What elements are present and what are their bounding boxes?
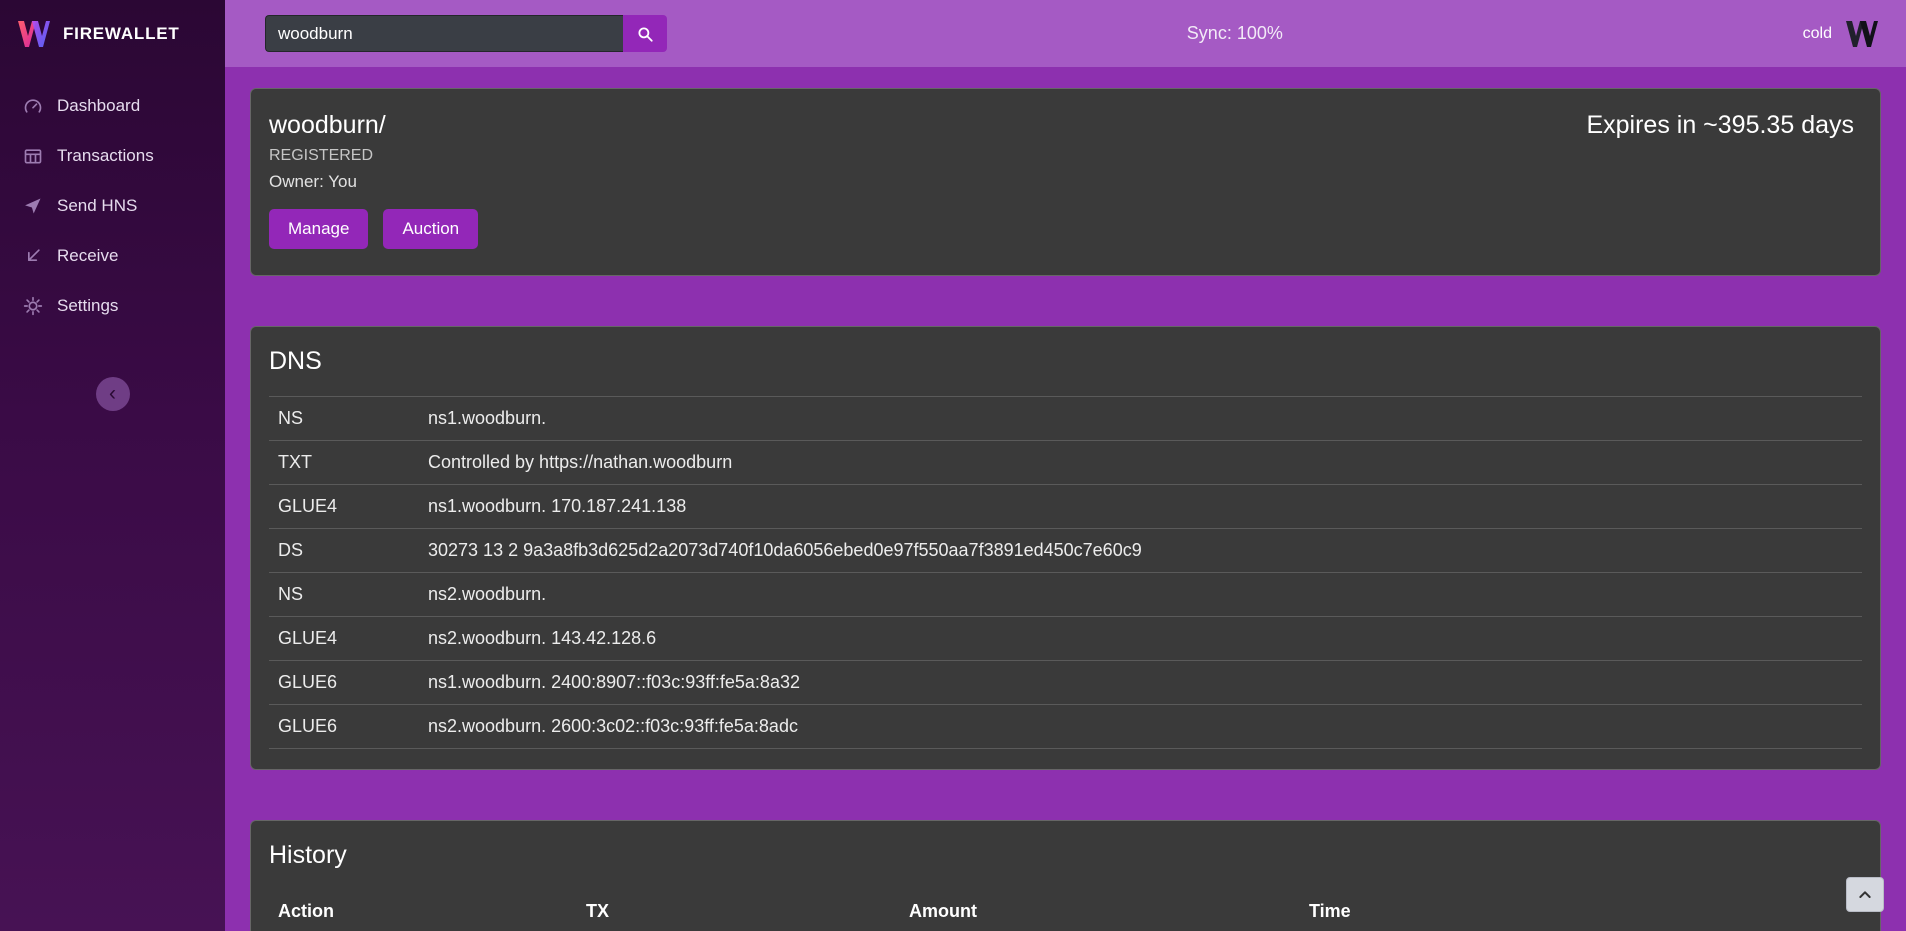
history-table: Action TX Amount Time UPDATE 70e64775...… bbox=[269, 890, 1862, 931]
dns-record-value: 30273 13 2 9a3a8fb3d625d2a2073d740f10da6… bbox=[419, 529, 1862, 573]
sidebar-item-label: Send HNS bbox=[57, 196, 137, 216]
dns-record-row: GLUE6 ns1.woodburn. 2400:8907::f03c:93ff… bbox=[269, 661, 1862, 705]
firewallet-logo-icon bbox=[16, 19, 52, 49]
dns-record-row: GLUE6 ns2.woodburn. 2600:3c02::f03c:93ff… bbox=[269, 705, 1862, 749]
dns-record-value: ns1.woodburn. 2400:8907::f03c:93ff:fe5a:… bbox=[419, 661, 1862, 705]
sidebar-item-dashboard[interactable]: Dashboard bbox=[0, 81, 225, 131]
history-header-tx: TX bbox=[577, 890, 900, 931]
dns-record-type: NS bbox=[269, 573, 419, 617]
auction-button[interactable]: Auction bbox=[383, 209, 478, 249]
domain-owner: Owner: You bbox=[269, 172, 478, 192]
domain-card-left: woodburn/ REGISTERED Owner: You Manage A… bbox=[269, 111, 478, 249]
dns-record-row: NS ns2.woodburn. bbox=[269, 573, 1862, 617]
expires-label: Expires in ~395.35 days bbox=[1586, 111, 1854, 140]
history-header-time: Time bbox=[1300, 890, 1862, 931]
domain-title: woodburn/ bbox=[269, 111, 478, 140]
domain-status: REGISTERED bbox=[269, 147, 478, 165]
dns-record-value: ns1.woodburn. 170.187.241.138 bbox=[419, 485, 1862, 529]
sidebar-collapse-button[interactable]: ‹ bbox=[96, 377, 130, 411]
dns-record-value: ns2.woodburn. 2600:3c02::f03c:93ff:fe5a:… bbox=[419, 705, 1862, 749]
main-area: Sync: 100% cold woodburn/ REGISTERED Own… bbox=[225, 0, 1906, 931]
sidebar-menu: Dashboard Transactions Send HNS bbox=[0, 67, 225, 331]
paper-plane-icon bbox=[23, 196, 43, 216]
dns-record-value: ns1.woodburn. bbox=[419, 397, 1862, 441]
dns-record-type: TXT bbox=[269, 441, 419, 485]
sidebar-item-label: Transactions bbox=[57, 146, 154, 166]
dns-record-type: NS bbox=[269, 397, 419, 441]
history-header-amount: Amount bbox=[900, 890, 1300, 931]
search-icon bbox=[636, 25, 654, 43]
dns-record-value: ns2.woodburn. bbox=[419, 573, 1862, 617]
dns-table: NS ns1.woodburn. TXT Controlled by https… bbox=[269, 396, 1862, 749]
gauge-icon bbox=[23, 96, 43, 116]
gear-icon bbox=[23, 296, 43, 316]
search-form bbox=[265, 15, 667, 52]
firewallet-dark-logo-icon bbox=[1844, 19, 1880, 49]
dns-record-value: Controlled by https://nathan.woodburn bbox=[419, 441, 1862, 485]
sidebar-item-label: Settings bbox=[57, 296, 118, 316]
wallet-mode-badge: cold bbox=[1803, 25, 1832, 43]
dns-record-row: GLUE4 ns1.woodburn. 170.187.241.138 bbox=[269, 485, 1862, 529]
sidebar-item-transactions[interactable]: Transactions bbox=[0, 131, 225, 181]
dns-record-type: GLUE4 bbox=[269, 617, 419, 661]
content: woodburn/ REGISTERED Owner: You Manage A… bbox=[225, 67, 1906, 931]
chevron-left-icon: ‹ bbox=[109, 383, 116, 404]
history-card: History Action TX Amount Time UPDATE 70e… bbox=[250, 820, 1881, 931]
history-header-action: Action bbox=[269, 890, 577, 931]
search-input[interactable] bbox=[265, 15, 623, 52]
table-icon bbox=[23, 146, 43, 166]
dns-card: DNS NS ns1.woodburn. TXT Controlled by h… bbox=[250, 326, 1881, 770]
topbar-right: cold bbox=[1803, 19, 1880, 49]
sidebar-item-receive[interactable]: Receive bbox=[0, 231, 225, 281]
dns-record-value: ns2.woodburn. 143.42.128.6 bbox=[419, 617, 1862, 661]
dns-record-type: DS bbox=[269, 529, 419, 573]
domain-card: woodburn/ REGISTERED Owner: You Manage A… bbox=[250, 88, 1881, 276]
dns-record-type: GLUE4 bbox=[269, 485, 419, 529]
history-header-row: Action TX Amount Time bbox=[269, 890, 1862, 931]
dns-record-row: NS ns1.woodburn. bbox=[269, 397, 1862, 441]
dns-record-type: GLUE6 bbox=[269, 661, 419, 705]
sidebar-item-label: Dashboard bbox=[57, 96, 140, 116]
scroll-to-top-button[interactable] bbox=[1846, 877, 1884, 912]
dns-record-type: GLUE6 bbox=[269, 705, 419, 749]
manage-button[interactable]: Manage bbox=[269, 209, 368, 249]
history-card-title: History bbox=[269, 841, 1862, 870]
sidebar: FIREWALLET Dashboard Transactions bbox=[0, 0, 225, 931]
chevron-up-icon bbox=[1857, 887, 1873, 903]
topbar: Sync: 100% cold bbox=[225, 0, 1906, 67]
sidebar-item-settings[interactable]: Settings bbox=[0, 281, 225, 331]
receive-arrow-icon bbox=[23, 246, 43, 266]
sidebar-item-send-hns[interactable]: Send HNS bbox=[0, 181, 225, 231]
dns-record-row: DS 30273 13 2 9a3a8fb3d625d2a2073d740f10… bbox=[269, 529, 1862, 573]
sidebar-item-label: Receive bbox=[57, 246, 118, 266]
dns-record-row: TXT Controlled by https://nathan.woodbur… bbox=[269, 441, 1862, 485]
dns-record-row: GLUE4 ns2.woodburn. 143.42.128.6 bbox=[269, 617, 1862, 661]
brand[interactable]: FIREWALLET bbox=[0, 0, 225, 67]
search-button[interactable] bbox=[623, 15, 667, 52]
sync-status: Sync: 100% bbox=[1187, 23, 1283, 44]
domain-actions: Manage Auction bbox=[269, 209, 478, 249]
brand-name: FIREWALLET bbox=[63, 24, 180, 44]
dns-card-title: DNS bbox=[269, 347, 1862, 376]
